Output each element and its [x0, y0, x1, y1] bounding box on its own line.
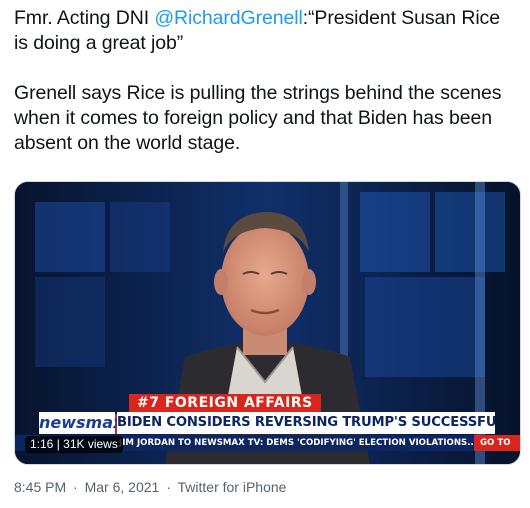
tweet-source[interactable]: Twitter for iPhone: [178, 479, 287, 495]
tweet-text-prefix: Fmr. Acting DNI: [14, 7, 155, 29]
mention-link[interactable]: @RichardGrenell: [154, 7, 302, 29]
video-duration: 1:16: [30, 437, 54, 451]
tweet-date[interactable]: Mar 6, 2021: [85, 479, 160, 495]
news-headline: BIDEN CONSIDERS REVERSING TRUMP'S SUCCES…: [117, 412, 495, 434]
video-player[interactable]: #7 FOREIGN AFFAIRS newsmax BIDEN CONSIDE…: [14, 181, 521, 465]
tweet-meta: 8:45 PM · Mar 6, 2021 · Twitter for iPho…: [14, 479, 286, 495]
tweet-paragraph-1: Fmr. Acting DNI @RichardGrenell:“Preside…: [14, 6, 519, 56]
ticker-text: JIM JORDAN TO NEWSMAX TV: DEMS 'CODIFYIN…: [119, 438, 477, 448]
tweet-paragraph-2: Grenell says Rice is pulling the strings…: [14, 82, 502, 154]
meta-separator: ·: [73, 479, 78, 495]
tweet-time[interactable]: 8:45 PM: [14, 479, 66, 495]
video-views: 31K views: [63, 437, 118, 451]
video-stats-badge: 1:16 | 31K views: [25, 436, 123, 453]
ticker-go-label: GO TO: [474, 435, 520, 451]
newsmax-logo: newsmax: [39, 412, 124, 434]
news-lower-third: #7 FOREIGN AFFAIRS newsmax BIDEN CONSIDE…: [15, 182, 520, 464]
tweet-text: Fmr. Acting DNI @RichardGrenell:“Preside…: [14, 6, 519, 156]
meta-separator: ·: [166, 479, 171, 495]
category-banner: #7 FOREIGN AFFAIRS: [129, 394, 321, 413]
